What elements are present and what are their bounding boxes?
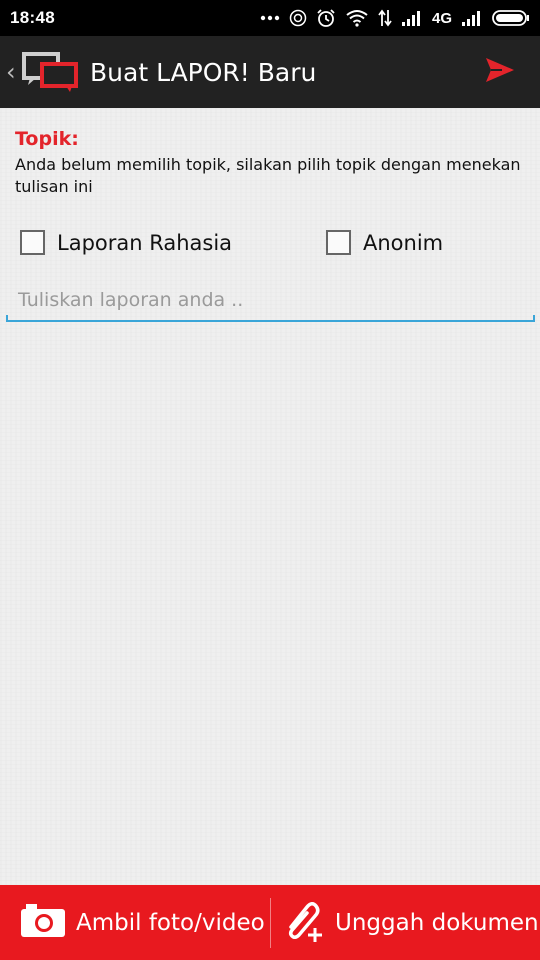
topic-label[interactable]: Topik: [15,128,79,150]
secret-report-checkbox[interactable]: Laporan Rahasia [20,230,232,255]
hotspot-icon [289,9,307,27]
network-type: 4G [431,9,452,27]
send-button[interactable] [472,44,528,100]
signal-icon [401,10,423,26]
battery-icon [492,9,530,27]
action-bar: ‹ Buat LAPOR! Baru [0,36,540,108]
report-input[interactable]: Tuliskan laporan anda .. [6,286,535,322]
chevron-left-icon[interactable]: ‹ [6,58,18,86]
status-time: 18:48 [10,8,55,27]
lapor-logo[interactable] [20,50,86,94]
send-icon [484,56,516,89]
report-form: Topik: Anda belum memilih topik, silakan… [0,108,540,885]
status-icons: 4G [260,8,530,28]
bottom-action-bar: Ambil foto/video Unggah dokumen [0,885,540,960]
paperclip-plus-icon [279,897,335,949]
anonymous-checkbox[interactable]: Anonim [326,230,443,255]
report-placeholder: Tuliskan laporan anda .. [18,289,244,311]
checkbox-box[interactable] [326,230,351,255]
status-bar: 18:48 4G [0,0,540,36]
upload-document-button[interactable]: Unggah dokumen [271,885,540,960]
signal-icon [461,10,483,26]
camera-icon [20,902,76,944]
upload-document-label: Unggah dokumen [335,909,539,936]
checkbox-label-anonymous[interactable]: Anonim [363,231,443,255]
take-photo-button[interactable]: Ambil foto/video [0,885,270,960]
checkbox-box[interactable] [20,230,45,255]
page-title: Buat LAPOR! Baru [90,57,317,87]
wifi-icon [345,9,369,27]
take-photo-label: Ambil foto/video [76,909,265,936]
checkbox-label-secret[interactable]: Laporan Rahasia [57,231,232,255]
alarm-icon [316,8,336,28]
more-dots-icon [260,15,280,21]
topic-hint[interactable]: Anda belum memilih topik, silakan pilih … [15,154,525,198]
data-arrows-icon [378,9,392,27]
